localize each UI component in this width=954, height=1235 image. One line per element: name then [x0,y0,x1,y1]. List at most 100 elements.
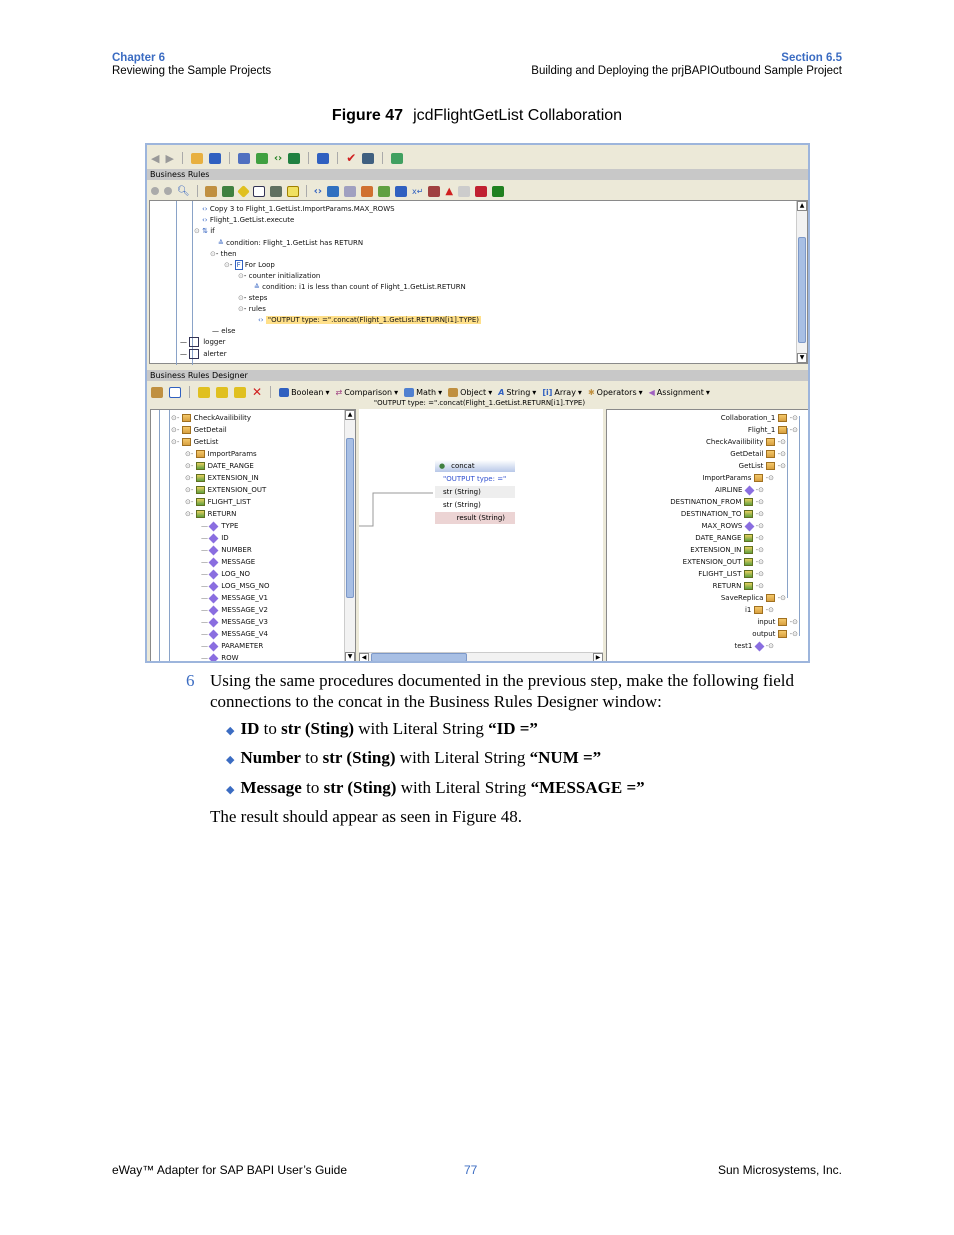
destination-tree-node[interactable]: EXTENSION_IN -⊙ [690,546,764,554]
concat-input-2[interactable]: str (String) [435,499,515,512]
source-tree-node[interactable]: ⊙- EXTENSION_OUT [185,486,266,494]
var-icon[interactable] [269,185,282,197]
user-icon[interactable] [326,185,339,197]
throw-icon[interactable] [428,185,441,197]
rule-counter-init[interactable]: ⊙- counter initialization [238,272,320,280]
object-menu[interactable]: Object ▾ [448,387,492,397]
rule-logger[interactable]: — logger [180,337,226,347]
destination-tree-node[interactable]: ImportParams -⊙ [702,474,774,482]
source-tree-node[interactable]: — MESSAGE_V2 [201,605,268,615]
rule-alerter[interactable]: — alerter [180,349,227,359]
source-tree-node[interactable]: — ID [201,533,229,543]
string-menu[interactable]: A String ▾ [498,388,536,397]
import-icon[interactable] [391,152,404,164]
destination-tree-node[interactable]: input -⊙ [757,618,798,626]
canvas-hscrollbar[interactable]: ◀ ▶ [359,652,603,661]
source-tree-node[interactable]: — LOG_NO [201,569,250,579]
class-icon[interactable] [204,185,217,197]
source-tree-node[interactable]: ⊙- GetList [171,438,218,446]
rule-loop-condition[interactable]: ≙ condition: i1 is less than count of Fl… [254,283,466,291]
destination-tree-node[interactable]: output -⊙ [752,630,798,638]
source-tree-node[interactable]: — MESSAGE_V4 [201,629,268,639]
source-tree-node[interactable]: — LOG_MSG_NO [201,581,269,591]
copy-icon[interactable] [343,185,356,197]
auto-layout-icon[interactable] [198,386,210,398]
source-tree-node[interactable]: ⊙- ImportParams [185,450,257,458]
window-icon[interactable] [169,386,181,398]
destination-tree-node[interactable]: RETURN -⊙ [713,582,764,590]
expand-icon[interactable] [216,386,228,398]
destination-tree-node[interactable]: MAX_ROWS -⊙ [702,521,764,531]
array-menu[interactable]: [i] Array ▾ [542,388,582,397]
destination-tree-node[interactable]: test1 -⊙ [734,641,774,651]
rule-if-condition[interactable]: ≙ condition: Flight_1.GetList has RETURN [218,239,363,247]
table-icon[interactable] [288,152,301,164]
code-icon[interactable]: ‹› [274,153,282,164]
rule-else[interactable]: — else [212,327,235,335]
stop-icon[interactable] [475,185,488,197]
validate-icon[interactable]: ✔ [346,151,356,165]
source-tree-node[interactable]: ⊙- RETURN [185,510,236,518]
pin-icon[interactable] [151,187,159,195]
destination-tree-node[interactable]: Collaboration_1 -⊙ [721,414,798,422]
source-tree-node[interactable]: — PARAMETER [201,641,263,651]
for-icon[interactable] [394,185,407,197]
map-icon[interactable] [237,152,250,164]
unpin-icon[interactable] [164,187,172,195]
destination-tree-node[interactable]: DESTINATION_TO -⊙ [681,510,764,518]
delete-icon[interactable]: ✕ [252,385,262,399]
method-icon[interactable] [221,185,234,197]
window-icon[interactable] [208,152,221,164]
math-menu[interactable]: Math ▾ [404,387,442,397]
destination-tree-node[interactable]: EXTENSION_OUT -⊙ [683,558,764,566]
back-icon[interactable]: ◀ [151,152,159,165]
forward-icon[interactable]: ▶ [165,152,173,165]
destination-tree-node[interactable]: SaveReplica -⊙ [721,594,786,602]
concat-input-1[interactable]: str (String) [435,486,515,499]
assignment-menu[interactable]: ◀ Assignment ▾ [649,388,710,397]
if-icon[interactable] [236,184,250,198]
rule-rules[interactable]: ⊙- rules [238,305,266,313]
source-tree-node[interactable]: ⊙- CheckAvailibility [171,414,251,422]
rule-steps[interactable]: ⊙- steps [238,294,267,302]
rule-icon[interactable]: ‹› [314,186,322,197]
concat-result-output[interactable]: result (String) [435,512,515,525]
rule-for-loop[interactable]: ⊙- F For Loop [224,260,275,270]
lock-icon[interactable] [458,185,471,197]
mapping-canvas[interactable]: ● concat "OUTPUT type: =" str (String) st… [359,409,603,661]
destination-tree-node[interactable]: FLIGHT_LIST -⊙ [698,570,764,578]
source-tree-node[interactable]: — TYPE [201,521,238,531]
destination-tree-node[interactable]: DATE_RANGE -⊙ [695,534,764,542]
source-tree-node[interactable]: — ROW [201,653,239,661]
concat-literal-input[interactable]: "OUTPUT type: =" [435,473,515,486]
panel-icon[interactable] [317,152,330,164]
source-tree-node[interactable]: — MESSAGE_V3 [201,617,268,627]
rule-copy[interactable]: ‹› Copy 3 to Flight_1.GetList.ImportPara… [202,205,395,213]
operators-menu[interactable]: ✱ Operators ▾ [588,388,643,397]
search-icon[interactable]: 🔍︎ [177,186,190,197]
source-tree-node[interactable]: — MESSAGE_V1 [201,593,268,603]
collapse-icon[interactable] [234,386,246,398]
destination-tree-node[interactable]: CheckAvailibility -⊙ [706,438,786,446]
source-tree-node[interactable]: ⊙- EXTENSION_IN [185,474,259,482]
palette-icon[interactable] [151,386,163,398]
comparison-menu[interactable]: ⇄ Comparison ▾ [335,388,398,397]
warning-icon[interactable]: ▲ [445,186,453,197]
tree-icon[interactable] [255,152,268,164]
source-tree-scrollbar[interactable]: ▲ ▼ [344,410,355,661]
destination-tree-node[interactable]: AIRLINE -⊙ [715,485,764,495]
rule-execute[interactable]: ‹› Flight_1.GetList.execute [202,216,294,224]
concat-title[interactable]: ● concat [435,460,515,473]
source-tree-node[interactable]: ⊙- DATE_RANGE [185,462,254,470]
field-icon[interactable] [252,185,265,197]
source-tree-node[interactable]: ⊙- FLIGHT_LIST [185,498,251,506]
destination-tree-node[interactable]: i1 -⊙ [745,606,774,614]
return-icon[interactable]: x↵ [412,187,423,196]
concat-method-box[interactable]: ● concat "OUTPUT type: =" str (String) st… [435,460,515,525]
boolean-menu[interactable]: Boolean ▾ [279,387,329,397]
destination-tree-node[interactable]: GetDetail -⊙ [730,450,786,458]
comment-icon[interactable] [286,185,299,197]
rule-then[interactable]: ⊙- then [210,250,237,258]
destination-tree-node[interactable]: Flight_1 -⊙ [748,426,798,434]
source-tree-node[interactable]: — MESSAGE [201,557,255,567]
